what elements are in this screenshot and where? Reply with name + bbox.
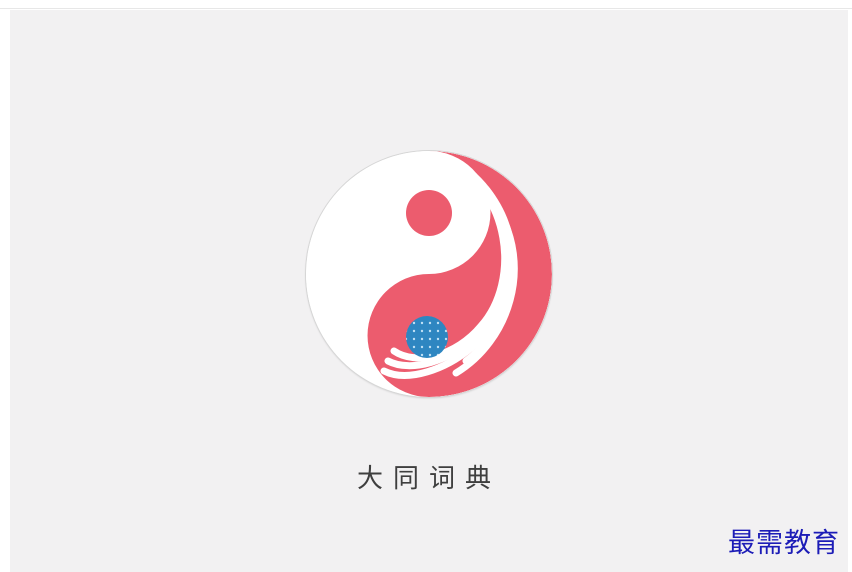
watermark: 最需教育	[728, 528, 840, 559]
top-bar	[0, 0, 852, 9]
app-title: 大同词典	[356, 464, 501, 494]
yin-yang-logo-icon	[306, 151, 552, 397]
splash-screen: 大同词典 最需教育	[10, 10, 848, 572]
